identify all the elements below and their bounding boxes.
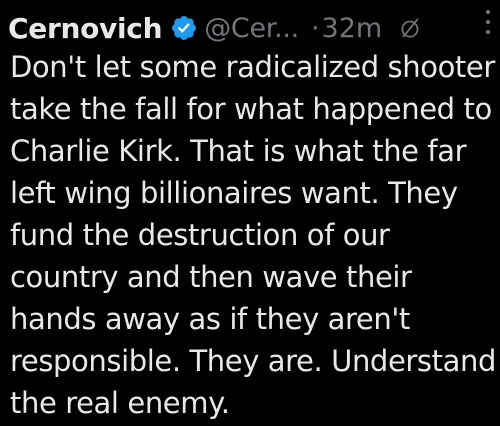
separator-dot: · [310, 12, 320, 44]
tweet-text-line: left wing billionaires want. They [10, 176, 458, 210]
tweet-text-line: Charlie Kirk. That is what the far [10, 134, 467, 168]
tweet-text-line: take the fall for what happened to [10, 92, 492, 126]
tweet[interactable]: Cernovich @Cer... · 32m Don't let some r… [0, 0, 500, 426]
author-handle[interactable]: @Cer... [204, 13, 299, 44]
tweet-text-line: the real enemy. [10, 386, 230, 420]
timestamp[interactable]: 32m [322, 13, 383, 44]
tweet-text-line: responsible. They are. Understand [10, 344, 496, 378]
tweet-text-line: fund the destruction of our [10, 218, 390, 252]
author-display-name[interactable]: Cernovich [8, 12, 163, 45]
tweet-text-line: hands away as if they aren't [10, 302, 410, 336]
tweet-text-line: country and then wave their [10, 260, 412, 294]
verified-badge-icon[interactable] [170, 14, 198, 42]
tweet-header: Cernovich @Cer... · 32m [8, 8, 492, 48]
more-options-icon[interactable] [482, 10, 494, 34]
tweet-text-line: Don't let some radicalized shooter [10, 50, 495, 84]
edit-icon [398, 15, 424, 41]
tweet-text: Don't let some radicalized shooter take … [10, 46, 498, 424]
